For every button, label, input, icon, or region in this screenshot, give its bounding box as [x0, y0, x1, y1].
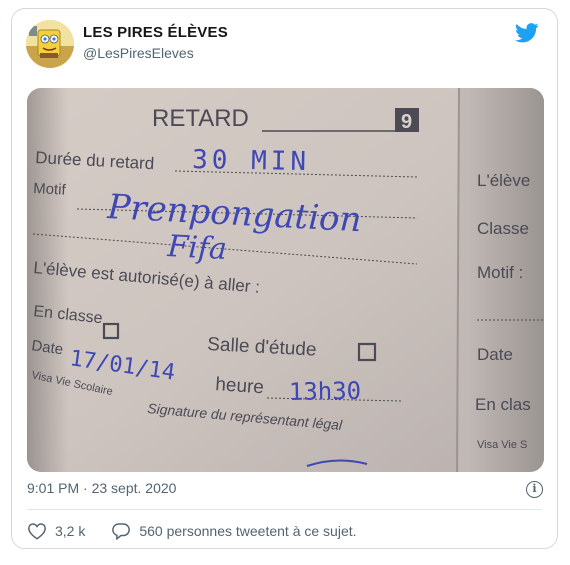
- like-button[interactable]: 3,2 k: [27, 522, 85, 540]
- divider: [27, 509, 542, 510]
- tweet-card[interactable]: LES PIRES ÉLÈVES @LesPiresEleves RETARD …: [11, 8, 558, 549]
- motif-line2: Fifa: [166, 229, 228, 267]
- heure-label: heure: [215, 374, 265, 398]
- heure-value: 13h30: [289, 377, 362, 406]
- side-motif: Motif :: [477, 263, 523, 282]
- motif-label: Motif: [33, 180, 67, 199]
- retweet-text: 560 personnes tweetent à ce sujet.: [139, 523, 357, 539]
- like-count: 3,2 k: [55, 523, 86, 539]
- avatar[interactable]: [26, 20, 74, 68]
- duration-value: 30 MIN: [192, 145, 310, 177]
- tweet-photo[interactable]: RETARD 9 Durée du retard Motif L'élève e…: [27, 88, 544, 472]
- heart-icon: [27, 522, 47, 540]
- side-en-classe: En clas: [475, 395, 531, 414]
- twitter-bird-icon[interactable]: [515, 23, 539, 43]
- tweet-actions: 3,2 k 560 personnes tweetent à ce sujet.: [27, 520, 357, 542]
- form-number: 9: [401, 111, 412, 133]
- side-visa: Visa Vie S: [477, 439, 527, 451]
- side-date: Date: [477, 345, 513, 364]
- tweet-timestamp[interactable]: 9:01 PM · 23 sept. 2020: [27, 480, 176, 496]
- side-eleve: L'élève: [477, 171, 530, 190]
- info-icon[interactable]: i: [526, 481, 543, 498]
- speech-bubble-icon: [111, 522, 131, 540]
- author-name[interactable]: LES PIRES ÉLÈVES: [83, 24, 228, 41]
- retweet-discussion-link[interactable]: 560 personnes tweetent à ce sujet.: [111, 522, 357, 540]
- author-handle[interactable]: @LesPiresEleves: [83, 45, 194, 61]
- form-title: RETARD: [152, 105, 249, 132]
- side-classe: Classe: [477, 219, 529, 238]
